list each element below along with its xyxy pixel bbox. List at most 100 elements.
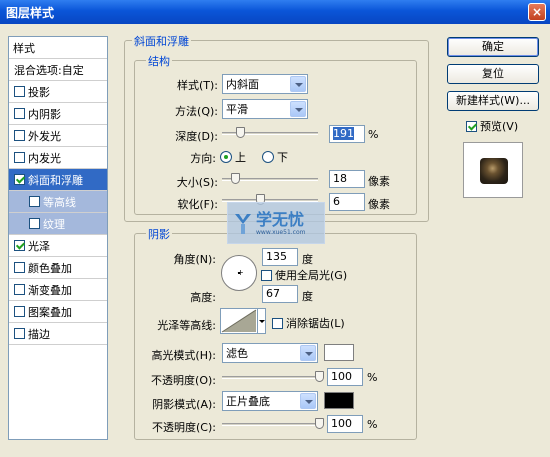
angle-unit: 度 <box>302 253 313 266</box>
highlight-mode-select[interactable]: 滤色 <box>222 343 318 363</box>
depth-label: 深度(D): <box>175 130 218 143</box>
anti-aliased-checkbox[interactable] <box>272 318 283 329</box>
angle-label: 角度(N): <box>173 253 216 266</box>
contour-checkbox[interactable] <box>29 196 40 207</box>
sidebar-item-contour[interactable]: 等高线 <box>9 191 107 213</box>
styles-list: 样式 混合选项:自定 投影 内阴影 外发光 内发光 斜面和浮雕 等高线 纹理 光… <box>8 36 108 440</box>
window-title: 图层样式 <box>6 6 55 20</box>
sidebar-item-inner-shadow[interactable]: 内阴影 <box>9 103 107 125</box>
shading-title: 阴影 <box>146 226 172 242</box>
inner-shadow-checkbox[interactable] <box>14 108 25 119</box>
satin-checkbox[interactable] <box>14 240 25 251</box>
gradient-overlay-checkbox[interactable] <box>14 284 25 295</box>
direction-label: 方向: <box>190 152 216 165</box>
global-light-checkbox-row[interactable]: 使用全局光(G) <box>261 267 347 283</box>
gloss-contour-picker[interactable] <box>220 308 258 334</box>
inner-glow-checkbox[interactable] <box>14 152 25 163</box>
close-icon[interactable]: × <box>528 3 546 21</box>
preview-checkbox-row[interactable]: 预览(V) <box>466 118 518 134</box>
sidebar-item-drop-shadow[interactable]: 投影 <box>9 81 107 103</box>
depth-unit: % <box>368 128 379 141</box>
new-style-button[interactable]: 新建样式(W)... <box>447 91 539 111</box>
sidebar-item-blending-options[interactable]: 混合选项:自定 <box>9 59 107 81</box>
highlight-opacity-thumb[interactable] <box>315 371 324 382</box>
stroke-checkbox[interactable] <box>14 328 25 339</box>
chevron-down-icon[interactable] <box>300 393 316 409</box>
size-slider-thumb[interactable] <box>231 173 240 184</box>
bevel-emboss-checkbox[interactable] <box>14 174 25 185</box>
sidebar-item-pattern-overlay[interactable]: 图案叠加 <box>9 301 107 323</box>
angle-input[interactable]: 135 <box>262 248 298 266</box>
altitude-unit: 度 <box>302 290 313 303</box>
chevron-down-icon[interactable] <box>300 345 316 361</box>
highlight-opacity-unit: % <box>367 371 378 384</box>
sidebar-item-color-overlay[interactable]: 颜色叠加 <box>9 257 107 279</box>
title-bar: 图层样式 × <box>0 0 550 24</box>
technique-select[interactable]: 平滑 <box>222 99 308 119</box>
reset-button[interactable]: 复位 <box>447 64 539 84</box>
watermark-logo: 学无忧 www.xue51.com <box>227 202 325 244</box>
watermark-url: www.xue51.com <box>256 229 306 236</box>
highlight-opacity-label: 不透明度(O): <box>151 374 216 387</box>
ok-button[interactable]: 确定 <box>447 37 539 57</box>
bevel-emboss-title: 斜面和浮雕 <box>132 33 191 49</box>
preview-checkbox[interactable] <box>466 121 477 132</box>
soften-label: 软化(F): <box>177 198 218 211</box>
outer-glow-checkbox[interactable] <box>14 130 25 141</box>
highlight-opacity-track[interactable] <box>222 376 322 379</box>
shadow-mode-select[interactable]: 正片叠底 <box>222 391 318 411</box>
altitude-input[interactable]: 67 <box>262 285 298 303</box>
sidebar-item-outer-glow[interactable]: 外发光 <box>9 125 107 147</box>
angle-dial[interactable]: + <box>221 255 257 291</box>
highlight-opacity-input[interactable]: 100 <box>327 368 363 386</box>
highlight-color-swatch[interactable] <box>324 344 354 361</box>
drop-shadow-checkbox[interactable] <box>14 86 25 97</box>
size-input[interactable]: 18 <box>329 170 365 188</box>
direction-down-radio[interactable]: 下 <box>262 149 288 165</box>
shadow-opacity-label: 不透明度(C): <box>152 421 216 434</box>
preview-swatch <box>480 158 508 184</box>
pattern-overlay-checkbox[interactable] <box>14 306 25 317</box>
sidebar-item-inner-glow[interactable]: 内发光 <box>9 147 107 169</box>
structure-title: 结构 <box>146 53 172 69</box>
chevron-down-icon[interactable] <box>290 101 306 117</box>
texture-checkbox[interactable] <box>29 218 40 229</box>
sidebar-item-satin[interactable]: 光泽 <box>9 235 107 257</box>
style-preview <box>463 142 523 198</box>
depth-input[interactable]: 191 <box>329 125 365 143</box>
gloss-contour-label: 光泽等高线: <box>157 319 216 332</box>
color-overlay-checkbox[interactable] <box>14 262 25 273</box>
sidebar-item-gradient-overlay[interactable]: 渐变叠加 <box>9 279 107 301</box>
styles-header[interactable]: 样式 <box>9 37 107 59</box>
style-label: 样式(T): <box>176 79 218 92</box>
highlight-mode-label: 高光模式(H): <box>151 349 216 362</box>
soften-unit: 像素 <box>368 198 390 211</box>
global-light-checkbox[interactable] <box>261 270 272 281</box>
shadow-opacity-unit: % <box>367 418 378 431</box>
shadow-mode-label: 阴影模式(A): <box>152 398 216 411</box>
technique-label: 方法(Q): <box>175 105 218 118</box>
contour-dropdown-arrow[interactable] <box>257 308 266 334</box>
sidebar-item-stroke[interactable]: 描边 <box>9 323 107 345</box>
watermark-text: 学无忧 <box>256 210 305 229</box>
size-label: 大小(S): <box>176 176 218 189</box>
radio-down-icon[interactable] <box>262 151 274 163</box>
chevron-down-icon[interactable] <box>290 76 306 92</box>
depth-slider-thumb[interactable] <box>236 127 245 138</box>
altitude-label: 高度: <box>190 291 216 304</box>
anti-aliased-row[interactable]: 消除锯齿(L) <box>272 315 345 331</box>
soften-input[interactable]: 6 <box>329 193 365 211</box>
size-unit: 像素 <box>368 175 390 188</box>
style-select[interactable]: 内斜面 <box>222 74 308 94</box>
contour-curve-icon <box>221 309 257 333</box>
sidebar-item-texture[interactable]: 纹理 <box>9 213 107 235</box>
sidebar-item-bevel-emboss[interactable]: 斜面和浮雕 <box>9 169 107 191</box>
shadow-color-swatch[interactable] <box>324 392 354 409</box>
direction-up-radio[interactable]: 上 <box>220 149 246 165</box>
shadow-opacity-track[interactable] <box>222 423 322 426</box>
shadow-opacity-thumb[interactable] <box>315 418 324 429</box>
radio-up-icon[interactable] <box>220 151 232 163</box>
watermark-emblem-icon <box>235 214 251 234</box>
angle-dot <box>238 272 240 274</box>
shadow-opacity-input[interactable]: 100 <box>327 415 363 433</box>
